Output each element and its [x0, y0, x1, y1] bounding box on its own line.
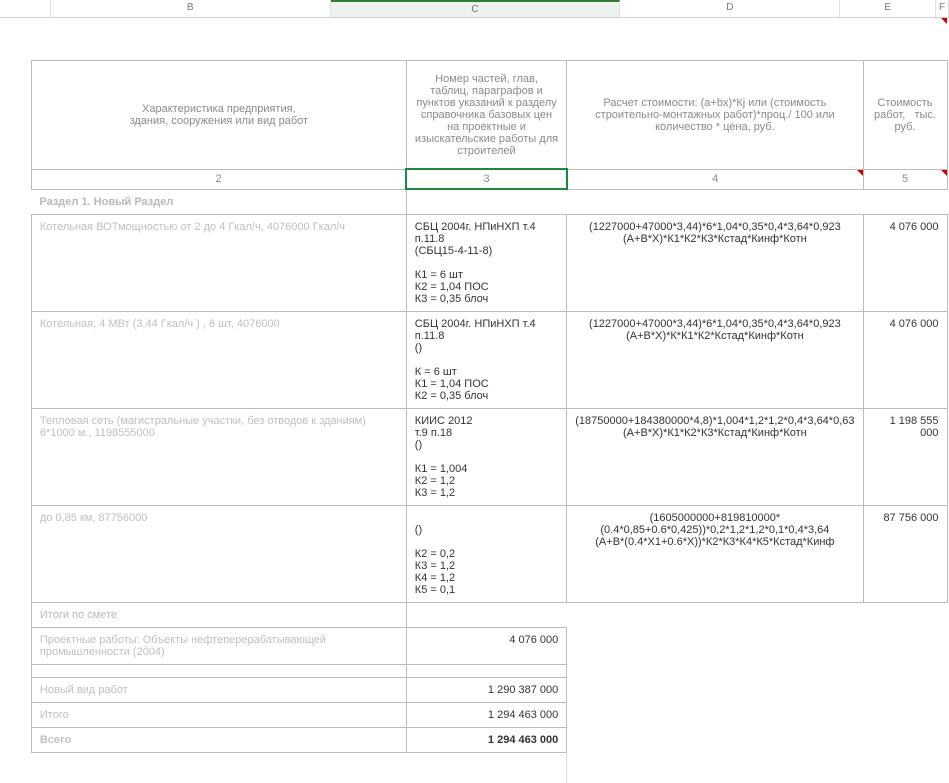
totals-line1-value[interactable]: 4 076 000 — [406, 627, 566, 664]
totals-line4-value[interactable]: 1 294 463 000 — [406, 727, 566, 752]
col-letter-b: B — [51, 0, 331, 17]
section-title-row: Раздел 1. Новый Раздел — [0, 189, 947, 214]
col-letter-c[interactable]: C — [331, 0, 621, 17]
cell-cost[interactable]: 87 756 000 — [863, 505, 947, 602]
cell-characteristic[interactable]: до 0,85 км, 87756000 — [31, 505, 406, 602]
totals-row: Новый вид работ 1 290 387 000 — [0, 677, 947, 702]
cell-reference[interactable]: СБЦ 2004г. НПиНХП т.4 п.11.8 () К = 6 шт… — [406, 311, 566, 408]
cell-calculation[interactable]: (1227000+47000*3,44)*6*1,04*0,35*0,4*3,6… — [567, 311, 863, 408]
totals-line2-value[interactable]: 1 290 387 000 — [406, 677, 566, 702]
column-letter-bar: B C D E F — [0, 0, 949, 18]
totals-spacer-row — [0, 664, 947, 677]
totals-row: Всего 1 294 463 000 — [0, 727, 947, 752]
totals-line1-label[interactable]: Проектные работы: Объекты нефтеперерабат… — [31, 627, 406, 664]
cell-characteristic[interactable]: Котельная ВОТмощностью от 2 до 4 Гкал/ч,… — [31, 214, 406, 311]
table-row: Котельная ВОТмощностью от 2 до 4 Гкал/ч,… — [0, 214, 947, 311]
spreadsheet-grid: Характеристика предприятия, здания, соор… — [0, 18, 948, 783]
cell-calculation[interactable]: (18750000+184380000*4,8)*1,004*1,2*1,2*0… — [567, 408, 863, 505]
colnum-2: 2 — [31, 169, 406, 189]
header-cost: Стоимость работ, тыс. руб. — [863, 61, 947, 170]
cell-reference[interactable]: () К2 = 0,2 К3 = 1,2 К4 = 1,2 К5 = 0,1 — [406, 505, 566, 602]
selected-cell[interactable]: 3 — [406, 169, 566, 189]
colnum-5: 5 — [863, 169, 947, 189]
cell-characteristic[interactable]: Котельная, 4 МВт (3,44 Гкал/ч ) , 6 шт, … — [31, 311, 406, 408]
col-letter-e: E — [840, 0, 936, 17]
column-number-row: 2 3 4 5 — [0, 169, 947, 189]
col-letter-d: D — [620, 0, 840, 17]
totals-header: Итоги по смете — [31, 602, 406, 627]
cell-reference[interactable]: КИИС 2012 т.9 п.18 () К1 = 1,004 К2 = 1,… — [406, 408, 566, 505]
header-reference: Номер частей, глав, таблиц, параграфов и… — [406, 61, 566, 170]
cell-cost[interactable]: 4 076 000 — [863, 311, 947, 408]
cell-cost[interactable]: 4 076 000 — [863, 214, 947, 311]
cell-cost[interactable]: 1 198 555 000 — [863, 408, 947, 505]
table-row: Тепловая сеть (магистральные участки, бе… — [0, 408, 947, 505]
comment-indicator-icon — [863, 18, 947, 61]
col-letter-f: F — [936, 0, 949, 17]
colnum-4: 4 — [567, 169, 863, 189]
totals-row: Проектные работы: Объекты нефтеперерабат… — [0, 627, 947, 664]
totals-line4-label[interactable]: Всего — [31, 727, 406, 752]
table-header-row: Характеристика предприятия, здания, соор… — [0, 61, 947, 170]
totals-row: Итого 1 294 463 000 — [0, 702, 947, 727]
cell-reference[interactable]: СБЦ 2004г. НПиНХП т.4 п.11.8 (СБЦ15-4-11… — [406, 214, 566, 311]
cell-calculation[interactable]: (1227000+47000*3,44)*6*1,04*0,35*0,4*3,6… — [567, 214, 863, 311]
section-title: Раздел 1. Новый Раздел — [31, 189, 406, 214]
totals-line3-label[interactable]: Итого — [31, 702, 406, 727]
header-calculation: Расчет стоимости: (a+bx)*Кj или (стоимос… — [567, 61, 863, 170]
table-row: Котельная, 4 МВт (3,44 Гкал/ч ) , 6 шт, … — [0, 311, 947, 408]
totals-header-row: Итоги по смете — [0, 602, 947, 627]
totals-line2-label[interactable]: Новый вид работ — [31, 677, 406, 702]
totals-line3-value[interactable]: 1 294 463 000 — [406, 702, 566, 727]
cell-characteristic[interactable]: Тепловая сеть (магистральные участки, бе… — [31, 408, 406, 505]
header-characteristic: Характеристика предприятия, здания, соор… — [31, 61, 406, 170]
table-row: до 0,85 км, 87756000 () К2 = 0,2 К3 = 1,… — [0, 505, 947, 602]
cell-calculation[interactable]: (1605000000+819810000*(0.4*0,85+0.6*0,42… — [567, 505, 863, 602]
